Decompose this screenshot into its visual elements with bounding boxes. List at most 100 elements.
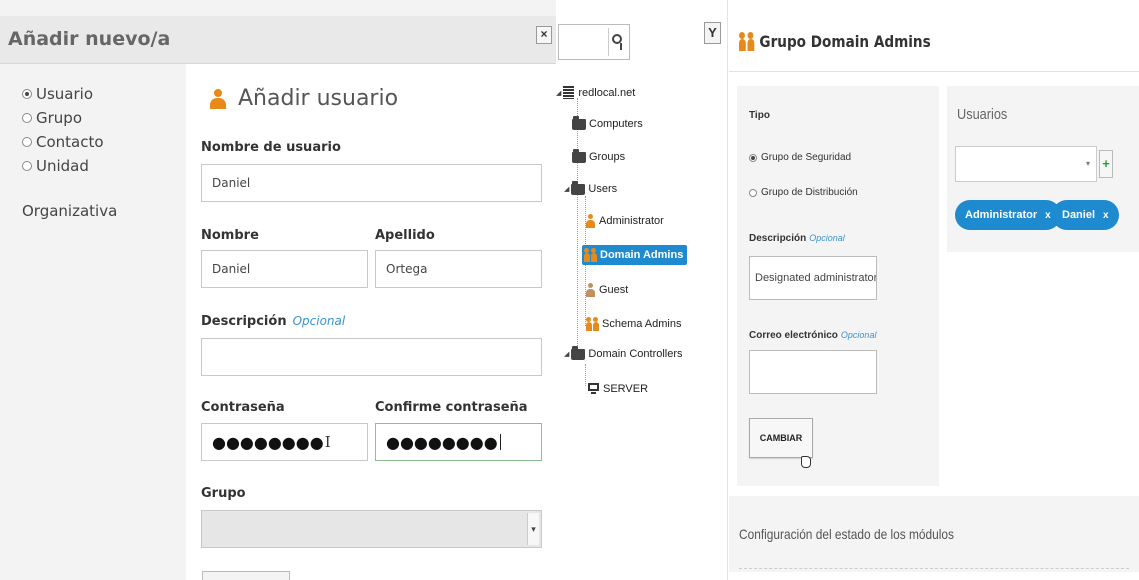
chevron-down-icon[interactable]: ▾ xyxy=(527,513,539,545)
add-new-dialog: Añadir nuevo/a × Usuario Grupo Contacto … xyxy=(0,0,556,580)
type-option-contacto[interactable]: Contacto xyxy=(22,130,104,154)
group-icon xyxy=(584,248,597,262)
remove-member-icon[interactable]: x xyxy=(1103,210,1109,221)
form-heading-text: Añadir usuario xyxy=(238,86,399,111)
tree-node-groups[interactable]: Groups xyxy=(572,148,626,163)
change-button[interactable]: CAMBIAR xyxy=(749,418,813,458)
user-icon xyxy=(586,214,595,228)
directory-tree-pane: Y ◢ redlocal.net Computers Groups ◢ User… xyxy=(556,0,728,580)
confirm-password-value: ●●●●●●●● xyxy=(386,432,498,452)
group-title: Grupo Domain Admins xyxy=(739,32,931,51)
radio-icon[interactable] xyxy=(22,137,32,147)
add-member-icon[interactable]: + xyxy=(1099,150,1113,178)
member-chip-daniel: Daniel x xyxy=(1052,200,1119,230)
group-icon xyxy=(739,32,755,51)
type-label: Usuario xyxy=(36,85,94,103)
confirm-password-label: Confirme contraseña xyxy=(375,400,528,415)
tree-node-label: redlocal.net xyxy=(578,86,636,99)
tree-node-schema-admins[interactable]: Schema Admins xyxy=(586,317,681,331)
type-option-security[interactable]: Grupo de Seguridad xyxy=(749,152,851,163)
object-type-list: Usuario Grupo Contacto Unidad xyxy=(22,82,104,178)
group-properties-box: Tipo Grupo de Seguridad Grupo de Distrib… xyxy=(737,86,939,486)
firstname-input[interactable]: Daniel xyxy=(201,250,368,288)
folder-icon xyxy=(572,148,586,163)
optional-tag: Opcional xyxy=(809,233,845,243)
type-label-continued: Organizativa xyxy=(22,202,118,220)
username-input[interactable]: Daniel xyxy=(201,164,542,202)
tree-node-domain[interactable]: ◢ redlocal.net xyxy=(556,86,635,99)
firstname-label: Nombre xyxy=(201,228,259,243)
type-label: Unidad xyxy=(36,157,89,175)
expand-triangle-icon[interactable]: ◢ xyxy=(556,89,561,97)
tree-node-domain-admins[interactable]: Domain Admins xyxy=(582,245,688,265)
group-description-label: Descripción Opcional xyxy=(749,233,845,244)
type-option-distribution[interactable]: Grupo de Distribución xyxy=(749,187,858,198)
text-cursor-icon: I xyxy=(324,433,331,451)
folder-icon xyxy=(572,115,586,130)
type-option-unidad-organizativa[interactable]: Unidad xyxy=(22,154,104,178)
filter-icon[interactable]: Y xyxy=(704,22,721,44)
radio-icon[interactable] xyxy=(22,161,32,171)
tree-search-input[interactable] xyxy=(558,24,630,60)
lastname-input[interactable]: Ortega xyxy=(375,250,542,288)
dialog-title-bar: Añadir nuevo/a × xyxy=(0,16,556,64)
group-select[interactable]: ▾ xyxy=(201,510,542,548)
group-label: Grupo xyxy=(201,486,246,501)
description-label-text: Descripción xyxy=(201,314,287,329)
form-heading: Añadir usuario xyxy=(210,86,398,111)
user-icon xyxy=(210,88,226,109)
optional-tag: Opcional xyxy=(292,314,346,328)
tree-connector xyxy=(577,98,578,360)
tree-node-users[interactable]: ◢ Users xyxy=(564,180,618,195)
description-input[interactable] xyxy=(201,338,542,376)
tree-node-label: Computers xyxy=(589,118,643,130)
member-name: Daniel xyxy=(1062,209,1096,221)
password-input[interactable]: ●●●●●●●● I xyxy=(201,423,368,461)
tree-node-label: Domain Admins xyxy=(600,249,684,261)
group-description-input[interactable]: Designated administrators o xyxy=(749,256,877,300)
modules-status-title[interactable]: Configuración del estado de los módulos xyxy=(739,526,954,542)
tree-node-guest[interactable]: Guest xyxy=(586,283,628,297)
type-option-usuario[interactable]: Usuario xyxy=(22,82,104,106)
username-value: Daniel xyxy=(212,176,251,190)
type-option-grupo[interactable]: Grupo xyxy=(22,106,104,130)
tree-node-label: Domain Controllers xyxy=(588,348,683,360)
email-input[interactable] xyxy=(749,350,877,394)
confirm-password-input[interactable]: ●●●●●●●● xyxy=(375,423,542,461)
remove-member-icon[interactable]: x xyxy=(1045,210,1051,221)
members-title: Usuarios xyxy=(957,106,1008,123)
radio-icon[interactable] xyxy=(22,113,32,123)
tree-node-label: Users xyxy=(588,183,618,195)
domain-icon xyxy=(563,86,575,99)
tree-node-server[interactable]: SERVER xyxy=(588,383,648,395)
tree-node-label: Administrator xyxy=(599,215,664,227)
input-caret xyxy=(499,434,501,450)
email-label-text: Correo electrónico xyxy=(749,330,838,341)
search-icon[interactable] xyxy=(612,34,626,50)
tree-node-label: SERVER xyxy=(603,383,649,395)
chevron-down-icon[interactable]: ▾ xyxy=(1086,159,1090,168)
tree-node-administrator[interactable]: Administrator xyxy=(586,214,664,228)
tree-node-label: Groups xyxy=(589,151,626,163)
radio-icon[interactable] xyxy=(749,188,757,197)
type-option-label: Grupo de Distribución xyxy=(761,187,858,198)
close-icon[interactable]: × xyxy=(536,26,552,44)
expand-triangle-icon[interactable]: ◢ xyxy=(564,350,569,358)
radio-selected-icon[interactable] xyxy=(22,89,32,99)
tree-node-computers[interactable]: Computers xyxy=(572,115,643,130)
member-chip-administrator: Administrator x xyxy=(955,200,1061,230)
submit-button[interactable] xyxy=(202,571,290,580)
radio-selected-icon[interactable] xyxy=(749,153,757,162)
type-label: Contacto xyxy=(36,133,104,151)
password-value: ●●●●●●●● xyxy=(212,432,324,452)
type-label: Tipo xyxy=(749,110,770,121)
member-select[interactable]: ▾ xyxy=(955,146,1097,182)
group-detail-pane: Grupo Domain Admins Tipo Grupo de Seguri… xyxy=(729,0,1139,580)
email-label: Correo electrónico Opcional xyxy=(749,330,876,341)
add-user-form: Añadir usuario Nombre de usuario Daniel … xyxy=(186,64,556,580)
tree-connector xyxy=(585,364,586,386)
pointer-hand-icon xyxy=(801,456,811,468)
group-description-label-text: Descripción xyxy=(749,233,807,244)
tree-node-domain-controllers[interactable]: ◢ Domain Controllers xyxy=(564,345,683,360)
expand-triangle-icon[interactable]: ◢ xyxy=(564,185,569,193)
